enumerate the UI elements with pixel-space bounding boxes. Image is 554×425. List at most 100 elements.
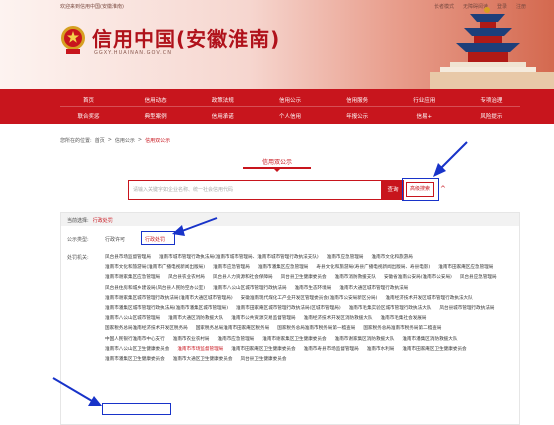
nav-row-2: 联合奖惩 典型案例 信用承诺 个人信用 年报公示 信易+ 风险提示 [60,112,520,120]
agency-item[interactable]: 淮南市文化和旅游局 [372,253,413,263]
agency-item[interactable]: 淮南市大通区城市管理行政执法局 [339,284,408,294]
agency-highlight [102,403,171,415]
agency-item[interactable]: 淮南市田家庵区卫生健康委员会 [231,345,295,355]
agency-item[interactable]: 国家税务总局淮南市税务局第一稽查局 [277,324,355,334]
agency-item[interactable]: 淮南市消防救援支队 [335,273,376,283]
agency-item[interactable]: 淮南市应急管理局 [218,335,255,345]
agency-item[interactable]: 淮南市谢家集区城市管理行政执法局(淮南市大通区城市管理局) [105,294,233,304]
agency-item[interactable]: 淮南市八公山区城市管理行政执法局 [213,284,287,294]
agency-item[interactable]: 凤台县农业农村局 [168,273,205,283]
agency-item[interactable]: 淮南市市场监督管理局 [177,345,223,355]
agency-item[interactable]: 凤台县城市管理行政执法局 [439,304,494,314]
agency-item[interactable]: 凤台县人力资源和社会保障局 [213,273,273,283]
nav-item-risk-alerts[interactable]: 风险提示 [463,112,520,120]
agency-item[interactable]: 安徽省淮南公安局(淮南市公安局) [384,273,452,283]
breadcrumb-separator: > [107,137,112,143]
current-selection-value[interactable]: 行政处罚 [93,217,113,226]
filter-panel: 当前选择: 行政处罚 公示类型: 行政许可 行政处罚 处罚机关: 凤台县市场监督… [60,212,520,425]
agency-item[interactable]: 淮南经济技术开发区消防救援大队 [304,314,373,324]
agency-item[interactable]: 国家税务总局淮南市税务局第二稽查局 [363,324,441,334]
current-selection-bar: 当前选择: 行政处罚 [61,213,519,226]
agency-item[interactable]: 中国人民银行淮南市中心支行 [105,335,165,345]
breadcrumb-credit-disclosure[interactable]: 信用公示 [115,137,135,144]
nav-item-xinyi-plus[interactable]: 信易+ [396,112,453,120]
nav-item-industry-apps[interactable]: 行业应用 [396,96,453,104]
agency-item[interactable]: 淮南市八公山区城市管理局 [105,314,160,324]
agency-item[interactable]: 淮南市谢家集区应急管理局 [105,273,160,283]
agency-item[interactable]: 凤台县应急管理局 [460,273,497,283]
penalty-agency-label: 处罚机关: [67,255,89,261]
annotation-arrow-advanced [433,141,468,177]
search-box [128,180,382,200]
site-domain: GGXY.HUAINAN.GOV.CN [94,50,172,56]
agency-item[interactable]: 淮南市农业农村局 [173,335,210,345]
header-banner: 欢迎来到信用中国(安徽淮南) 长者模式 无障碍阅读 登录 注册 信用中国(安徽淮… [0,0,554,89]
nav-item-credit-commitment[interactable]: 信用承诺 [194,112,251,120]
nav-divider [60,106,520,107]
agency-item[interactable]: 淮南市大通区消防救援大队 [168,314,223,324]
agency-item[interactable]: 淮南市寿县市场监督管理局 [304,345,359,355]
search-input[interactable] [133,183,377,197]
agency-item[interactable]: 淮南市公共资源交易监督管理局 [231,314,295,324]
agency-item[interactable]: 凤台县卫生健康委员会 [240,355,286,365]
agency-item[interactable]: 淮南市谢家集区卫生健康委员会 [262,335,326,345]
agency-item[interactable]: 安徽淮南现代煤化工产业开发区管理委员会(淮南市公安局新区分局) [241,294,378,304]
agency-item[interactable]: 淮南市毛集实验区城市管理行政执法大队 [349,304,432,314]
agency-item[interactable]: 淮南市田家庵区卫生健康委员会 [402,345,466,355]
temple-of-heaven-image [430,7,554,89]
agency-item[interactable]: 凤台县住房和城乡建设局(凤台县人民防空办公室) [105,284,205,294]
agency-item[interactable]: 淮南市水利局 [367,345,395,355]
agency-item[interactable]: 寿县文化和旅游局(寿县广播电视新闻出版局、寿县电影) [316,263,430,273]
agency-item[interactable]: 淮南市田家庵区应急管理局 [438,263,493,273]
advanced-search-highlight [402,178,439,201]
chevron-up-icon[interactable]: ^ [440,185,446,193]
annotation-arrow-type [172,217,218,236]
section-title: 信用双公示 [261,159,292,166]
agency-item[interactable]: 淮南市潘集区应急管理局 [258,263,309,273]
agency-list: 凤台县市场监督管理局 淮南市城市管理行政执法局(淮南市城市管理局、淮南市城市管理行… [105,253,515,365]
type-option-license[interactable]: 行政许可 [105,236,125,243]
agency-item[interactable]: 淮南市生态环境局 [295,284,332,294]
agency-item[interactable]: 淮南市应急管理局 [327,253,364,263]
agency-item[interactable]: 凤台县市场监督管理局 [105,253,151,263]
agency-item[interactable]: 淮南市文化和旅游局(淮南市广播电视新闻出版局) [105,263,205,273]
agency-item[interactable]: 淮南市田家庵区城市管理行政执法局(区城市管理局) [236,304,341,314]
breadcrumb: 您所在的位置: 首页 > 信用公示 > 信用双公示 [60,137,170,144]
agency-item[interactable]: 淮南市毛集社会发展局 [381,314,427,324]
nav-item-policies[interactable]: 政策法规 [194,96,251,104]
agency-item[interactable]: 淮南市潘集区城市管理行政执法局(淮南市潘集区城市管理局) [105,304,228,314]
agency-item[interactable]: 国家税务总局淮南经济技术开发区税务局 [105,324,188,334]
nav-row-1: 首页 信用动态 政策法规 信用公示 信用服务 行业应用 专项治理 [60,96,520,104]
agency-item[interactable]: 淮南市潘集区卫生健康委员会 [105,355,165,365]
agency-item[interactable]: 国家税务总局淮南市田家庵区税务局 [196,324,270,334]
breadcrumb-separator: > [137,137,143,143]
nav-item-annual-report[interactable]: 年报公示 [329,112,386,120]
agency-item[interactable]: 淮南市八公山区卫生健康委员会 [105,345,169,355]
breadcrumb-prefix: 您所在的位置: [60,138,92,144]
site-title: 信用中国(安徽淮南) [92,27,281,51]
breadcrumb-home[interactable]: 首页 [95,137,105,144]
page: 欢迎来到信用中国(安徽淮南) 长者模式 无障碍阅读 登录 注册 信用中国(安徽淮… [0,0,554,425]
nav-item-home[interactable]: 首页 [60,96,117,104]
breadcrumb-current: 信用双公示 [145,138,171,144]
nav-item-credit-services[interactable]: 信用服务 [329,96,386,104]
nav-item-typical-cases[interactable]: 典型案例 [127,112,184,120]
agency-item[interactable]: 淮南市大通区卫生健康委员会 [173,355,233,365]
nav-item-special-governance[interactable]: 专项治理 [463,96,520,104]
annotation-arrow-agency [52,377,102,406]
nav-item-credit-disclosure[interactable]: 信用公示 [261,96,318,104]
search-button[interactable]: 查询 [382,180,404,200]
nav-item-joint-rewards[interactable]: 联合奖惩 [60,112,117,120]
agency-item[interactable]: 淮南市应急管理局 [213,263,250,273]
agency-item[interactable]: 淮南经济技术开发区城市管理行政执法大队 [385,294,472,304]
agency-item[interactable]: 淮南市谢家集区消防救援大队 [335,335,395,345]
section-title-pointer [273,168,281,172]
disclosure-type-label: 公示类型: [67,237,89,243]
agency-item[interactable]: 淮南市城市管理行政执法局(淮南市城市管理局、淮南市城市管理行政执法支队) [159,253,319,263]
nav-item-personal-credit[interactable]: 个人信用 [261,112,318,120]
agency-item[interactable]: 淮南市潘集区消防救援大队 [402,335,457,345]
agency-item[interactable]: 凤台县卫生健康委员会 [281,273,327,283]
main-navigation: 首页 信用动态 政策法规 信用公示 信用服务 行业应用 专项治理 联合奖惩 典型… [0,89,554,124]
current-selection-label: 当前选择: [67,218,89,224]
nav-item-credit-news[interactable]: 信用动态 [127,96,184,104]
